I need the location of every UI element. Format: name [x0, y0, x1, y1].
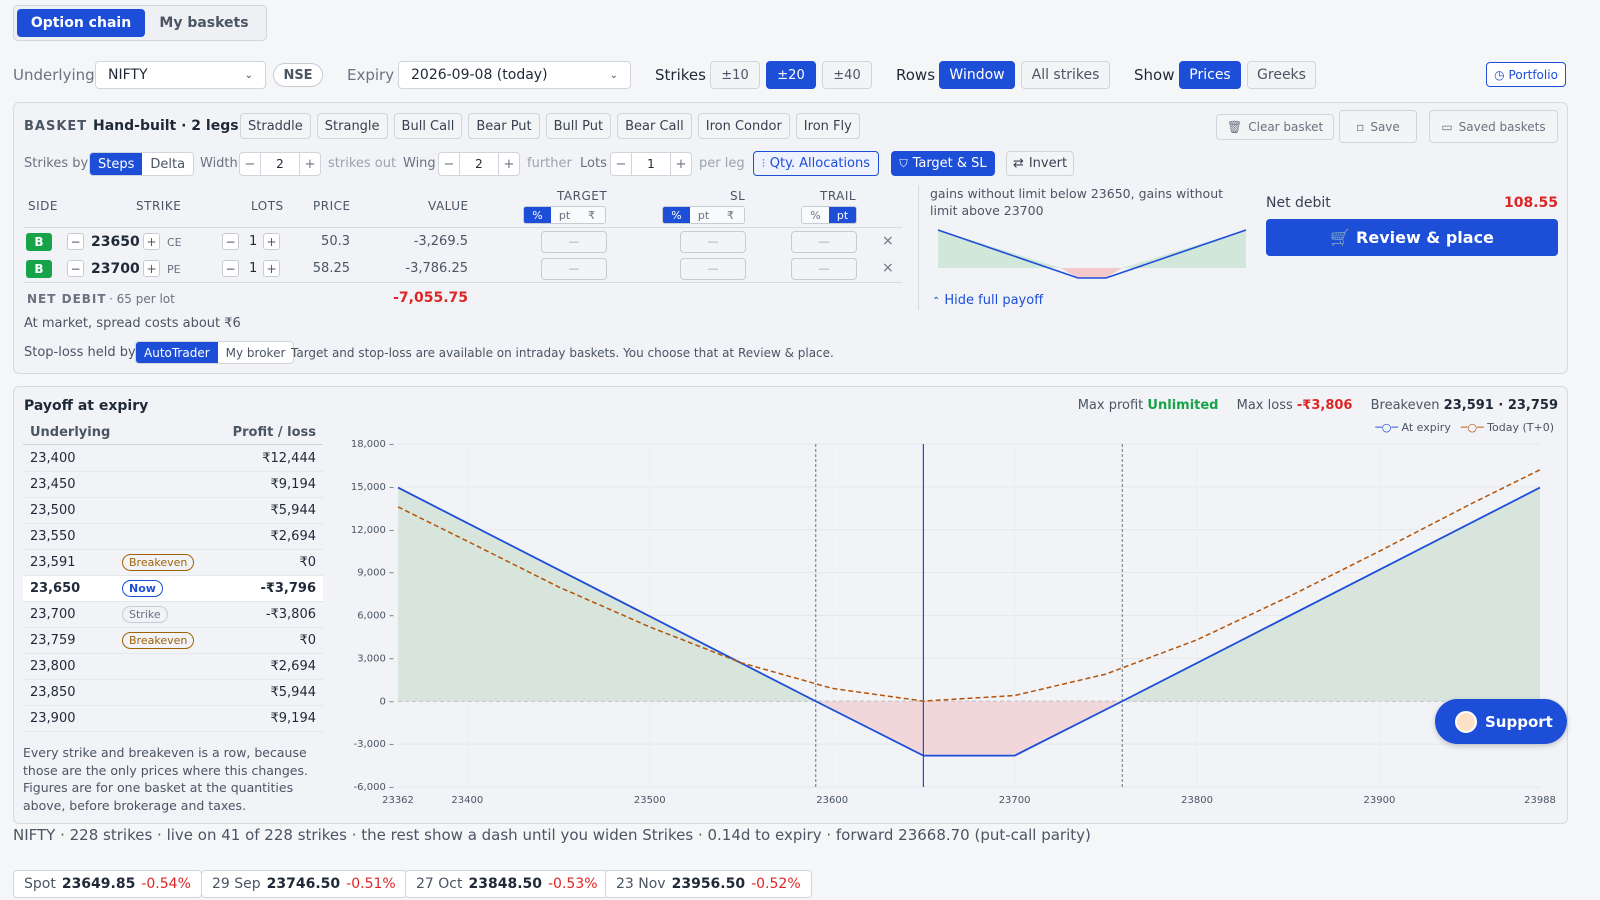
chip-change: -0.54% — [141, 876, 191, 892]
support-label: Support — [1485, 712, 1553, 731]
price-chip-27oct[interactable]: 27 Oct 23848.50 -0.53% — [405, 870, 609, 898]
x-tick-label: 23900 — [1364, 795, 1396, 806]
x-tick-label: 23700 — [999, 795, 1031, 806]
y-tick-label: -6,000 – — [354, 782, 394, 793]
x-tick-label: 23800 — [1181, 795, 1213, 806]
x-tick-label: 23362 — [382, 795, 414, 806]
chip-label: Spot — [24, 876, 56, 892]
x-tick-label: 23988 — [1524, 795, 1556, 806]
price-chip-29sep[interactable]: 29 Sep 23746.50 -0.51% — [201, 870, 407, 898]
chip-value: 23848.50 — [468, 876, 542, 892]
y-tick-label: 18,000 – — [351, 439, 394, 450]
payoff-chart: 18,000 – 15,000 – 12,000 – 9,000 – 6,000 – 3,… — [351, 439, 1556, 806]
status-line: NIFTY · 228 strikes · live on 41 of 228 … — [13, 826, 1091, 844]
price-chip-23nov[interactable]: 23 Nov 23956.50 -0.52% — [605, 870, 812, 898]
x-tick-label: 23600 — [816, 795, 848, 806]
y-tick-label: 3,000 – — [357, 653, 394, 664]
chip-label: 23 Nov — [616, 876, 666, 892]
chip-change: -0.53% — [548, 876, 598, 892]
chip-change: -0.52% — [751, 876, 801, 892]
y-tick-label: 12,000 – — [351, 525, 394, 536]
y-tick-label: 9,000 – — [357, 568, 394, 579]
chip-change: -0.51% — [346, 876, 396, 892]
y-tick-label: -3,000 – — [354, 739, 394, 750]
support-button[interactable]: Support — [1435, 699, 1567, 744]
chip-value: 23746.50 — [266, 876, 341, 892]
y-tick-label: 15,000 – — [351, 482, 394, 493]
y-tick-label: 0 – — [379, 696, 394, 707]
x-tick-label: 23500 — [634, 795, 666, 806]
avatar — [1455, 710, 1477, 733]
chip-value: 23649.85 — [61, 876, 136, 892]
x-tick-label: 23400 — [451, 795, 483, 806]
price-chip-spot[interactable]: Spot 23649.85 -0.54% — [13, 870, 202, 898]
y-tick-label: 6,000 – — [357, 611, 394, 622]
chip-value: 23956.50 — [671, 876, 746, 892]
chip-label: 29 Sep — [212, 876, 261, 892]
chip-label: 27 Oct — [416, 876, 463, 892]
